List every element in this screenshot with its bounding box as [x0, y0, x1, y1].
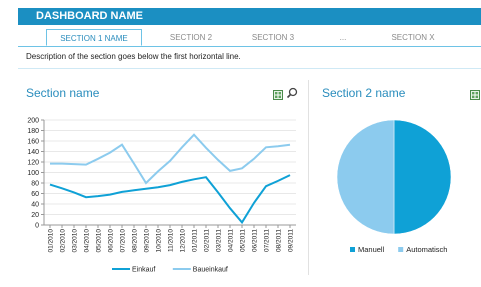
- x-tick-label: 12/2010: [180, 229, 187, 253]
- x-tick-label: 03/2011: [216, 229, 223, 252]
- x-tick-label: 03/2010: [72, 229, 79, 253]
- y-tick-label: 0: [35, 223, 39, 230]
- x-tick-label: 07/2011: [264, 229, 271, 252]
- x-tick-label: 07/2010: [120, 229, 127, 253]
- y-tick-label: 40: [31, 202, 39, 209]
- y-tick-label: 60: [31, 191, 39, 198]
- x-tick-label: 01/2011: [192, 229, 199, 252]
- legend-swatch: [350, 247, 355, 252]
- legend-label: Manuell: [358, 245, 385, 254]
- x-tick-label: 04/2010: [84, 229, 91, 253]
- x-tick-label: 02/2010: [60, 229, 67, 253]
- y-tick-label: 80: [31, 181, 39, 188]
- x-tick-label: 09/2011: [288, 229, 295, 252]
- y-tick-label: 20: [31, 212, 39, 219]
- legend-swatch: [398, 247, 404, 252]
- legend-label: Einkauf: [132, 267, 155, 274]
- x-tick-label: 04/2011: [228, 229, 235, 252]
- y-tick-label: 140: [27, 149, 39, 156]
- x-tick-label: 09/2010: [144, 229, 151, 253]
- x-tick-label: 08/2010: [132, 229, 139, 253]
- y-tick-label: 100: [27, 170, 39, 177]
- y-tick-label: 120: [27, 160, 39, 167]
- legend-label: Automatisch: [406, 245, 447, 254]
- y-tick-label: 180: [27, 128, 39, 135]
- x-tick-label: 06/2011: [252, 229, 259, 252]
- y-tick-label: 200: [27, 118, 39, 125]
- x-tick-label: 05/2010: [96, 229, 103, 253]
- x-tick-label: 02/2011: [204, 229, 211, 252]
- series-line-einkauf: [49, 174, 291, 225]
- x-tick-label: 06/2010: [108, 229, 115, 253]
- line-chart: 0 20 40 60 80 100 120 140 160 180 200 01/2010 02/201…: [27, 118, 452, 274]
- legend-label: Baueinkauf: [193, 267, 228, 274]
- x-tick-label: 01/2010: [48, 229, 55, 253]
- pie-slice-automatisch: [336, 119, 395, 235]
- x-tick-label: 10/2010: [156, 229, 163, 253]
- x-tick-label: 05/2011: [240, 229, 247, 252]
- x-tick-label: 11/2010: [168, 229, 175, 252]
- y-tick-label: 160: [27, 139, 39, 146]
- x-tick-label: 08/2011: [276, 229, 283, 252]
- pie-slice-manuell: [393, 119, 452, 235]
